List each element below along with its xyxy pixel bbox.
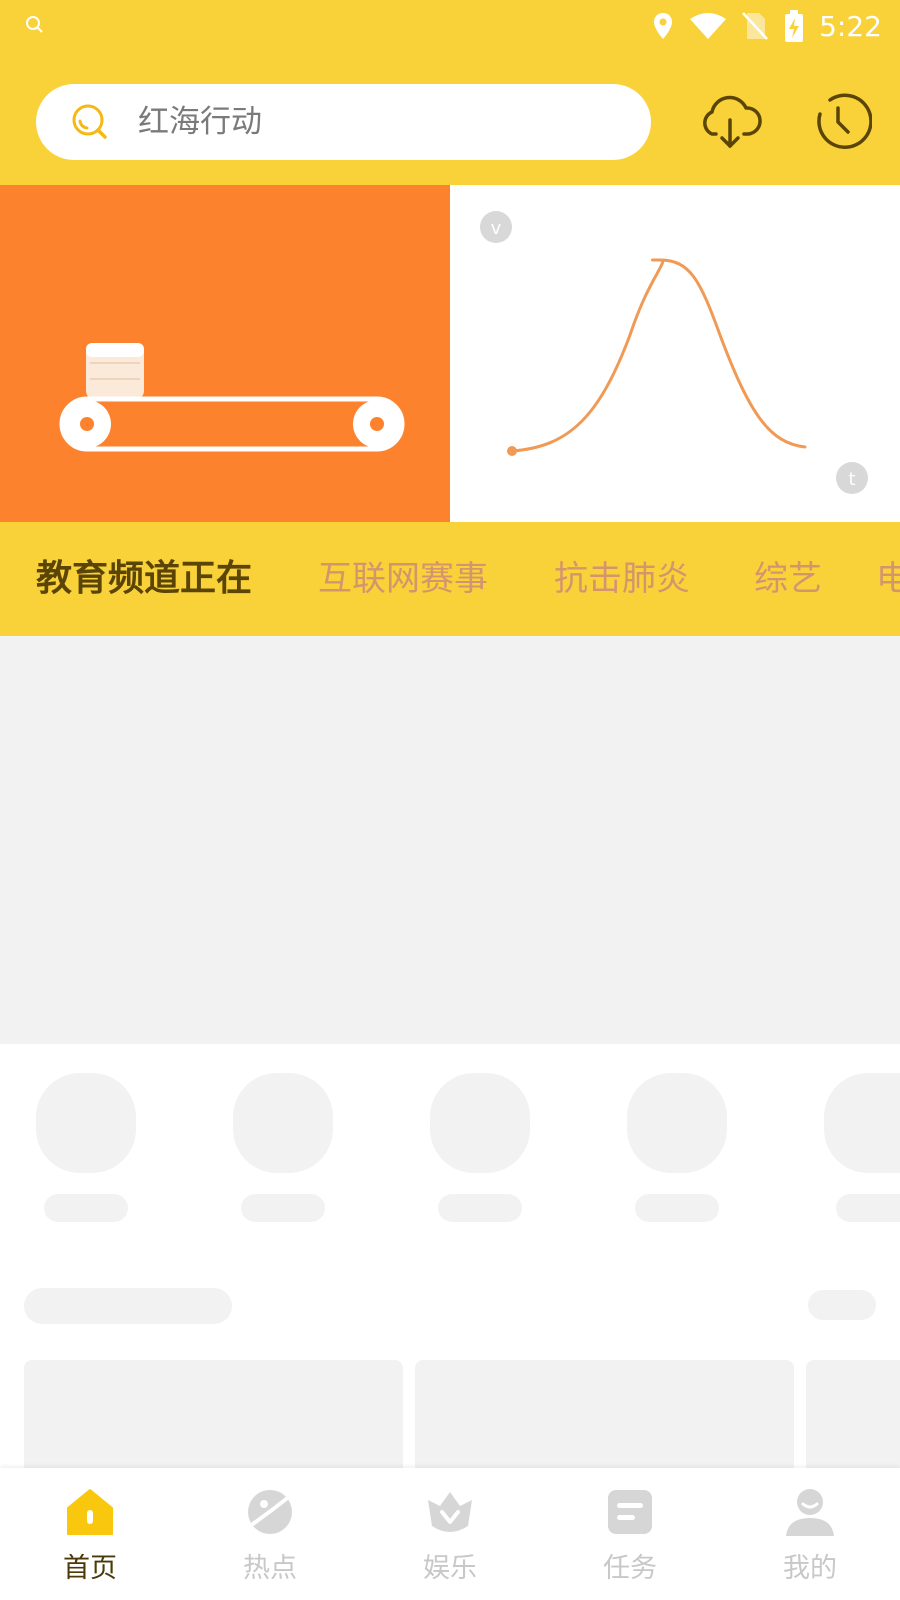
nav-tasks[interactable]: 任务 bbox=[540, 1468, 720, 1600]
task-icon bbox=[608, 1490, 652, 1534]
skeleton-card bbox=[24, 1360, 403, 1480]
home-icon bbox=[67, 1489, 113, 1535]
skeleton-label bbox=[836, 1194, 900, 1222]
search-icon bbox=[72, 104, 107, 139]
skeleton-label bbox=[438, 1194, 522, 1222]
banner-image-curve[interactable]: v t bbox=[450, 185, 900, 522]
cloud-download-icon[interactable] bbox=[698, 90, 762, 154]
location-icon bbox=[654, 13, 673, 39]
wifi-icon bbox=[690, 13, 727, 39]
skeleton-section-title bbox=[24, 1288, 232, 1324]
tab-variety[interactable]: 综艺 bbox=[754, 522, 822, 636]
nav-home[interactable]: 首页 bbox=[0, 1468, 180, 1600]
crown-icon bbox=[428, 1492, 472, 1532]
content-placeholder bbox=[0, 636, 900, 1044]
top-header: 5:22 红海行动 bbox=[0, 0, 900, 185]
planet-icon bbox=[248, 1490, 292, 1534]
skeleton-label bbox=[44, 1194, 128, 1222]
skeleton-icon bbox=[36, 1073, 136, 1173]
nav-profile-label: 我的 bbox=[783, 1553, 837, 1584]
bottom-nav: 首页 热点 娱乐 任务 我的 bbox=[0, 1468, 900, 1600]
nav-home-label: 首页 bbox=[63, 1553, 117, 1584]
skeleton-icon bbox=[233, 1073, 333, 1173]
curve-illustration: v t bbox=[480, 211, 868, 494]
nav-entertainment-label: 娱乐 bbox=[423, 1553, 477, 1584]
nav-hot[interactable]: 热点 bbox=[180, 1468, 360, 1600]
banner-image-conveyor[interactable] bbox=[0, 185, 450, 522]
skeleton-icon bbox=[627, 1073, 727, 1173]
tab-education[interactable]: 教育频道正在 bbox=[36, 522, 252, 636]
skeleton-label bbox=[241, 1194, 325, 1222]
battery-charging-icon bbox=[785, 10, 804, 42]
nav-tasks-label: 任务 bbox=[603, 1553, 657, 1584]
search-input[interactable]: 红海行动 bbox=[138, 84, 262, 160]
nav-profile[interactable]: 我的 bbox=[720, 1468, 900, 1600]
channel-tabs: 教育频道正在 互联网赛事 抗击肺炎 综艺 电 bbox=[0, 522, 900, 636]
skeleton-card bbox=[415, 1360, 794, 1480]
skeleton-icon bbox=[824, 1073, 900, 1173]
axis-label-v: v bbox=[491, 218, 502, 239]
skeleton-icon bbox=[430, 1073, 530, 1173]
tab-fight-pneumonia[interactable]: 抗击肺炎 bbox=[554, 522, 690, 636]
skeleton-label bbox=[635, 1194, 719, 1222]
tab-internet-events[interactable]: 互联网赛事 bbox=[318, 522, 488, 636]
history-clock-icon[interactable] bbox=[808, 90, 872, 154]
profile-icon bbox=[786, 1489, 834, 1536]
conveyor-illustration bbox=[59, 343, 405, 452]
axis-label-t: t bbox=[848, 469, 855, 490]
skeleton-card bbox=[806, 1360, 900, 1480]
nav-hot-label: 热点 bbox=[243, 1553, 297, 1584]
status-bar: 5:22 bbox=[651, 8, 882, 44]
skeleton-section-more bbox=[808, 1290, 876, 1320]
status-time: 5:22 bbox=[819, 9, 882, 43]
nav-entertainment[interactable]: 娱乐 bbox=[360, 1468, 540, 1600]
search-bar[interactable]: 红海行动 bbox=[36, 84, 651, 160]
tab-partial[interactable]: 电 bbox=[876, 522, 900, 636]
no-sim-icon bbox=[742, 12, 769, 40]
banner-carousel[interactable]: v t bbox=[0, 185, 900, 522]
search-icon bbox=[26, 16, 43, 33]
